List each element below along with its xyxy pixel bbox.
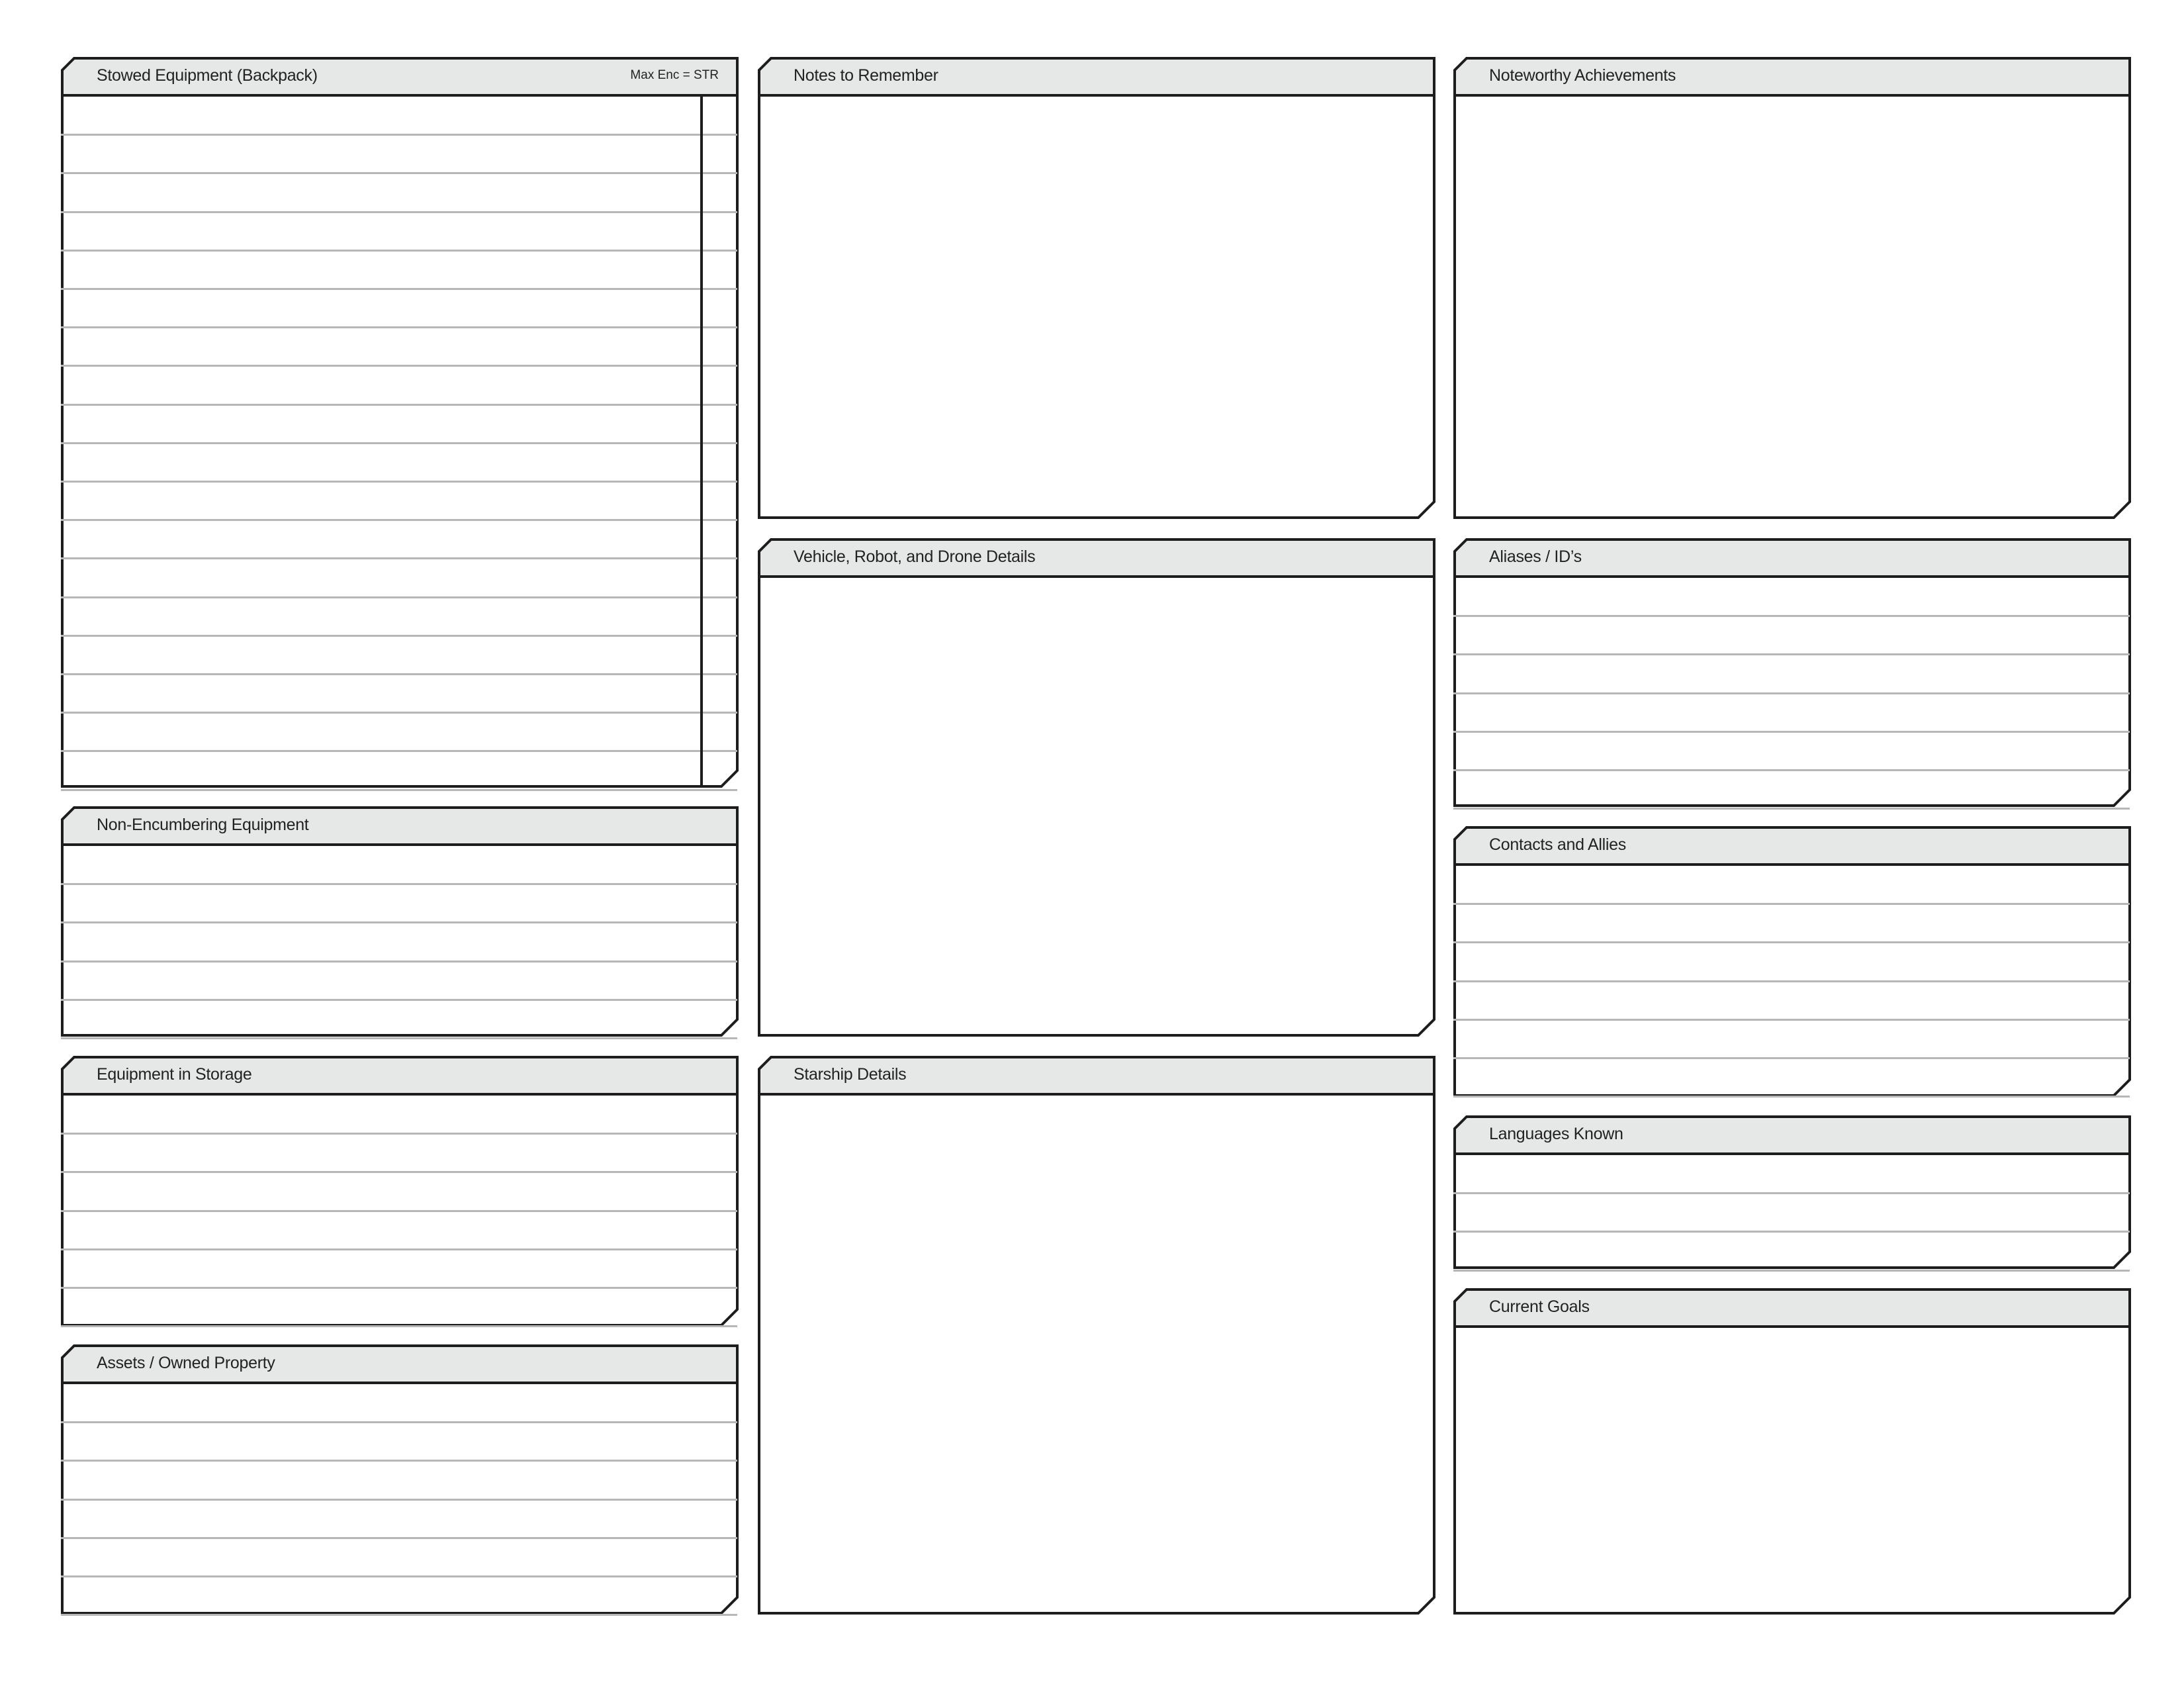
panel-body-frame [1453,94,2131,519]
panel-body-frame [61,843,739,1037]
panel-frame [1453,1288,2131,1615]
panel-title: Current Goals [1489,1297,1590,1316]
writing-line[interactable] [61,960,737,962]
writing-line[interactable] [61,712,737,714]
panel-title: Contacts and Allies [1489,835,1626,854]
writing-line[interactable] [61,172,737,175]
writing-line[interactable] [61,1460,737,1462]
writing-line[interactable] [61,1287,737,1289]
writing-line[interactable] [1453,1192,2130,1195]
vehicle-robot-drone-details-panel: Vehicle, Robot, and Drone Details [758,538,1435,1037]
panel-title: Equipment in Storage [97,1065,252,1084]
writing-line[interactable] [61,1133,737,1135]
languages-known-panel: Languages Known [1453,1115,2131,1272]
writing-line[interactable] [61,365,737,367]
writing-line[interactable] [61,1575,737,1577]
aliases-ids-panel: Aliases / ID’s [1453,538,2131,810]
panel-body-frame [1453,1152,2131,1269]
writing-line[interactable] [61,403,737,406]
writing-line[interactable] [1453,1269,2130,1272]
notes-to-remember-panel: Notes to Remember [758,57,1435,519]
starship-details-panel: Starship Details [758,1056,1435,1615]
writing-line[interactable] [61,249,737,252]
writing-line[interactable] [61,1171,737,1174]
writing-line[interactable] [61,211,737,213]
writing-line[interactable] [61,1498,737,1501]
writing-line[interactable] [61,921,737,924]
panel-frame [1453,57,2131,519]
panel-body-frame [61,94,739,788]
panel-title: Aliases / ID’s [1489,547,1582,566]
writing-line[interactable] [1453,903,2130,906]
panel-title: Starship Details [794,1065,907,1084]
writing-line[interactable] [61,1209,737,1212]
current-goals-panel: Current Goals [1453,1288,2131,1615]
writing-line[interactable] [61,634,737,637]
writing-line[interactable] [61,1614,737,1617]
panel-frame [1453,826,2131,1097]
panel-title: Assets / Owned Property [97,1354,275,1372]
writing-line[interactable] [61,134,737,136]
panel-frame [61,1056,739,1327]
writing-line[interactable] [1453,653,2130,656]
writing-line[interactable] [61,1248,737,1250]
writing-line[interactable] [61,326,737,329]
writing-line[interactable] [61,1421,737,1424]
equipment-in-storage-panel: Equipment in Storage [61,1056,739,1328]
writing-line[interactable] [1453,692,2130,694]
panel-frame [61,57,739,788]
writing-line[interactable] [1453,980,2130,982]
panel-title: Languages Known [1489,1125,1623,1143]
panel-frame [1453,538,2131,807]
writing-line[interactable] [61,788,737,791]
panel-body-frame [758,575,1435,1037]
writing-line[interactable] [61,596,737,598]
panel-frame [758,57,1435,519]
panel-body-frame [758,1093,1435,1615]
non-encumbering-equipment-panel: Non-Encumbering Equipment [61,806,739,1039]
writing-line[interactable] [1453,730,2130,733]
writing-line[interactable] [1453,1018,2130,1021]
panel-body-frame [1453,575,2131,807]
writing-line[interactable] [61,519,737,522]
writing-line[interactable] [61,557,737,560]
writing-line[interactable] [61,1037,737,1039]
writing-line[interactable] [1453,808,2130,810]
panel-frame [758,538,1435,1037]
encumbrance-column-divider [700,95,703,788]
panel-frame [758,1056,1435,1615]
writing-line[interactable] [61,1536,737,1539]
writing-line[interactable] [61,750,737,753]
character-sheet-page: Stowed Equipment (Backpack) Max Enc = ST… [0,0,2184,1688]
writing-line[interactable] [1453,615,2130,618]
panel-body-frame [1453,1325,2131,1615]
writing-line[interactable] [61,998,737,1001]
writing-line[interactable] [1453,941,2130,944]
panel-title: Non-Encumbering Equipment [97,816,309,834]
writing-line[interactable] [1453,1096,2130,1098]
contacts-and-allies-panel: Contacts and Allies [1453,826,2131,1098]
assets-owned-property-panel: Assets / Owned Property [61,1344,739,1617]
panel-title: Stowed Equipment (Backpack) [97,66,318,85]
stowed-equipment-panel: Stowed Equipment (Backpack) Max Enc = ST… [61,57,739,791]
noteworthy-achievements-panel: Noteworthy Achievements [1453,57,2131,519]
writing-line[interactable] [61,442,737,444]
writing-line[interactable] [1453,1057,2130,1059]
max-encumbrance-note: Max Enc = STR [630,68,719,82]
writing-line[interactable] [61,673,737,675]
panel-title: Notes to Remember [794,66,938,85]
writing-line[interactable] [61,883,737,886]
panel-frame [61,1344,739,1615]
writing-line[interactable] [1453,1231,2130,1233]
panel-body-frame [758,94,1435,519]
writing-line[interactable] [61,288,737,290]
writing-line[interactable] [61,1325,737,1328]
writing-line[interactable] [61,481,737,483]
panel-title: Noteworthy Achievements [1489,66,1676,85]
panel-title: Vehicle, Robot, and Drone Details [794,547,1036,566]
writing-line[interactable] [1453,769,2130,771]
